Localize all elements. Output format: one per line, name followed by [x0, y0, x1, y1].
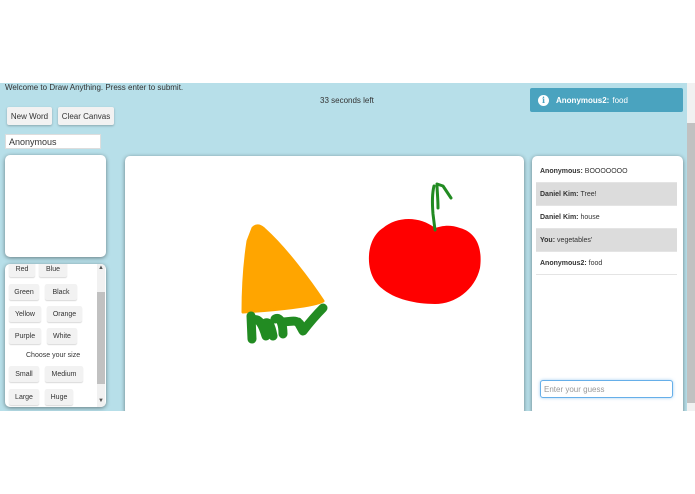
chat-text: food: [588, 259, 603, 267]
toast-text: food: [612, 95, 628, 105]
apple-stem: [430, 182, 453, 232]
apple-body: [368, 219, 481, 304]
chat-text: house: [580, 213, 600, 221]
chat-message: Daniel Kim: Tree!: [536, 183, 677, 206]
chat-message: You: vegetables': [536, 229, 677, 252]
size-medium-button[interactable]: Medium: [45, 366, 83, 382]
palette-panel: Red Blue Green Black Yellow Orange Purpl…: [5, 264, 106, 407]
color-orange-button[interactable]: Orange: [47, 306, 82, 322]
chat-user: Anonymous:: [540, 167, 583, 175]
chat-text: BOOOOOOO: [584, 167, 628, 175]
info-icon: i: [538, 94, 549, 106]
notification-toast: i Anonymous2: food: [530, 88, 683, 112]
preview-panel: [5, 155, 106, 257]
chat-message: Daniel Kim: house: [536, 206, 677, 229]
chat-text: Tree!: [580, 190, 597, 198]
game-area: Welcome to Draw Anything. Press enter to…: [0, 83, 695, 411]
color-red-button[interactable]: Red: [9, 264, 35, 277]
name-input[interactable]: [5, 134, 101, 149]
color-white-button[interactable]: White: [47, 328, 77, 344]
color-purple-button[interactable]: Purple: [9, 328, 41, 344]
scroll-up-icon[interactable]: ▲: [98, 265, 104, 271]
scroll-down-icon[interactable]: ▼: [98, 398, 104, 404]
color-black-button[interactable]: Black: [45, 284, 77, 300]
clear-canvas-button[interactable]: Clear Canvas: [58, 107, 114, 125]
toast-user: Anonymous2:: [556, 95, 610, 105]
carrot-body: [241, 224, 325, 314]
drawing-canvas[interactable]: [125, 156, 524, 411]
chat-text: vegetables': [557, 236, 593, 244]
size-large-button[interactable]: Large: [9, 389, 39, 405]
page-scrollbar-thumb[interactable]: [687, 123, 695, 403]
chat-panel: Anonymous: BOOOOOOO Daniel Kim: Tree! Da…: [532, 156, 683, 411]
chat-user: Daniel Kim:: [540, 190, 579, 198]
guess-input[interactable]: [540, 380, 673, 398]
drawing-svg[interactable]: [125, 156, 524, 411]
palette-scrollbar-thumb[interactable]: [97, 292, 105, 384]
welcome-text: Welcome to Draw Anything. Press enter to…: [5, 83, 184, 92]
size-huge-button[interactable]: Huge: [45, 389, 73, 405]
chat-user: Anonymous2:: [540, 259, 587, 267]
color-green-button[interactable]: Green: [9, 284, 39, 300]
new-word-button[interactable]: New Word: [7, 107, 52, 125]
chat-message: Anonymous: BOOOOOOO: [536, 160, 677, 183]
carrot-leaves: [246, 303, 328, 344]
color-yellow-button[interactable]: Yellow: [9, 306, 41, 322]
chat-user: Daniel Kim:: [540, 213, 579, 221]
chat-user: You:: [540, 236, 556, 244]
chat-message: Anonymous2: food: [536, 252, 677, 275]
size-label: Choose your size: [26, 352, 81, 359]
page-scrollbar[interactable]: [687, 83, 695, 411]
size-small-button[interactable]: Small: [9, 366, 39, 382]
timer-text: 33 seconds left: [320, 96, 374, 105]
color-blue-button[interactable]: Blue: [39, 264, 67, 277]
